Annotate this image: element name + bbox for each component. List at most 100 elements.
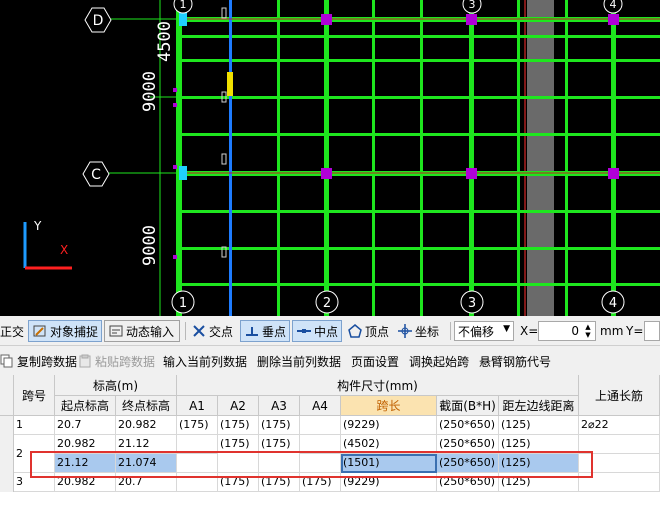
row-header[interactable] (0, 416, 14, 435)
table-row[interactable]: 1 20.7 20.982 (175) (175) (175) (9229) (… (0, 416, 660, 435)
header-a2[interactable]: A2 (218, 396, 259, 416)
column (608, 14, 619, 25)
cell-top-rebar[interactable]: 2⌀22 (579, 416, 660, 435)
dimension-text: 9000 (140, 225, 160, 266)
cell-a3[interactable]: (175) (259, 416, 300, 435)
separator (185, 322, 186, 340)
highlight-annotation-box (30, 451, 593, 478)
axis-label: D (93, 13, 104, 29)
x-coordinate-input[interactable]: 0 ▲ ▼ (538, 321, 596, 341)
column-label: 1 (179, 296, 187, 311)
paste-span-data-label: 粘贴跨数据 (95, 354, 156, 369)
annotation-box (221, 7, 227, 19)
blue-beam (229, 0, 232, 316)
row-header[interactable] (0, 454, 14, 473)
column-label: 2 (323, 296, 331, 311)
column-bubbles: 1 2 3 4 1 3 4 (171, 0, 625, 314)
y-coordinate-input[interactable] (644, 321, 660, 341)
beam-span-table: 跨号 标高(m) 构件尺寸(mm) 上通长筋 起点标高 终点标高 A1 A2 A… (0, 375, 660, 506)
header-start-elevation[interactable]: 起点标高 (55, 396, 116, 416)
cad-drawing-svg[interactable]: 4500 9000 9000 D C 1 2 3 4 1 3 4 Y X (0, 0, 660, 316)
swap-start-span-button[interactable]: 调换起始跨 (409, 352, 469, 370)
cantilever-rebar-code-button[interactable]: 悬臂钢筋代号 (479, 352, 551, 370)
column (321, 14, 332, 25)
header-component-size[interactable]: 构件尺寸(mm) (177, 375, 579, 396)
header-top-rebar[interactable]: 上通长筋 (579, 375, 660, 416)
intersection-snap[interactable]: 交点 (188, 320, 238, 342)
ucs-y-label: Y (33, 219, 42, 233)
mm-unit-label: mm (600, 324, 624, 338)
paste-span-data-button[interactable]: 粘贴跨数据 (78, 352, 155, 370)
axis-bubble-c[interactable]: C (82, 161, 110, 187)
header-a4[interactable]: A4 (300, 396, 341, 416)
cell-a1[interactable]: (175) (177, 416, 218, 435)
ucs-x-label: X (60, 243, 68, 257)
cell-span-no[interactable]: 1 (14, 416, 55, 435)
ortho-toggle[interactable]: 正交 (0, 320, 28, 342)
row-header[interactable] (0, 435, 14, 454)
column-label: 3 (468, 296, 476, 311)
cell-end-elevation[interactable]: 20.982 (116, 416, 177, 435)
header-left-distance[interactable]: 距左边线距离 (499, 396, 579, 416)
cell-span-length[interactable]: (9229) (341, 416, 437, 435)
x-spin-stepper[interactable]: ▲ ▼ (582, 323, 594, 339)
cell-left-distance[interactable]: (125) (499, 416, 579, 435)
column (466, 14, 477, 25)
beam-v (324, 0, 329, 316)
dynamic-input-toggle[interactable]: 动态输入 (104, 320, 180, 342)
cell-a4[interactable] (300, 416, 341, 435)
y-coordinate-label: Y= (626, 324, 644, 338)
beam-v (517, 0, 520, 316)
cad-drawing-canvas[interactable]: 4500 9000 9000 D C 1 2 3 4 1 3 4 Y X (0, 0, 660, 316)
header-section[interactable]: 截面(B*H) (437, 396, 499, 416)
separator (450, 322, 451, 340)
header-elevation[interactable]: 标高(m) (55, 375, 177, 396)
annotation-box (221, 153, 227, 165)
beam-v (176, 0, 182, 316)
beam-v (469, 0, 474, 316)
axis-bubble-d[interactable]: D (84, 7, 112, 33)
coordinate-label: 坐标 (415, 324, 440, 339)
coordinate-snap[interactable]: 坐标 (394, 320, 444, 342)
span-data-toolbar: 复制跨数据 粘贴跨数据 输入当前列数据 删除当前列数据 页面设置 调换起始跨 悬… (0, 347, 660, 375)
cell-a2[interactable]: (175) (218, 416, 259, 435)
object-snap-toggle[interactable]: 对象捕捉 (28, 320, 102, 342)
vertex-icon (348, 324, 362, 338)
header-a1[interactable]: A1 (177, 396, 218, 416)
perpendicular-snap[interactable]: 垂点 (240, 320, 290, 342)
column-marker (173, 88, 177, 92)
input-current-column-button[interactable]: 输入当前列数据 (163, 352, 247, 370)
delete-current-column-button[interactable]: 删除当前列数据 (257, 352, 341, 370)
ortho-label: 正交 (0, 324, 25, 339)
chevron-down-icon: ▼ (503, 324, 510, 334)
header-span-no[interactable]: 跨号 (14, 375, 55, 416)
axis-label: C (91, 167, 101, 183)
row-header[interactable] (0, 473, 14, 492)
selected-beam-segment (227, 72, 233, 96)
offset-mode-select[interactable]: 不偏移 ▼ (454, 321, 514, 341)
header-end-elevation[interactable]: 终点标高 (116, 396, 177, 416)
perpendicular-icon (246, 327, 258, 336)
object-snap-label: 对象捕捉 (50, 324, 99, 339)
midpoint-snap[interactable]: 中点 (292, 320, 342, 342)
vertex-snap[interactable]: 顶点 (344, 320, 394, 342)
dimension-text: 9000 (140, 71, 160, 112)
header-span-length[interactable]: 跨长 (341, 396, 437, 416)
copy-span-data-button[interactable]: 复制跨数据 (0, 352, 77, 370)
cell-start-elevation[interactable]: 20.7 (55, 416, 116, 435)
beam-v (277, 0, 280, 316)
cell-section[interactable]: (250*650) (437, 416, 499, 435)
perpendicular-label: 垂点 (262, 324, 287, 339)
column-marker (173, 165, 177, 169)
page-setup-button[interactable]: 页面设置 (351, 352, 399, 370)
offset-mode-value: 不偏移 (458, 324, 495, 339)
column-label: 4 (610, 0, 617, 11)
beam-v (611, 0, 616, 316)
ucs-icon: Y X (23, 219, 72, 270)
page-setup-label: 页面设置 (351, 354, 400, 369)
annotation-boxes (221, 7, 227, 258)
header-a3[interactable]: A3 (259, 396, 300, 416)
delete-current-column-label: 删除当前列数据 (257, 354, 342, 369)
midpoint-icon (297, 329, 311, 333)
wall-band (527, 0, 554, 316)
